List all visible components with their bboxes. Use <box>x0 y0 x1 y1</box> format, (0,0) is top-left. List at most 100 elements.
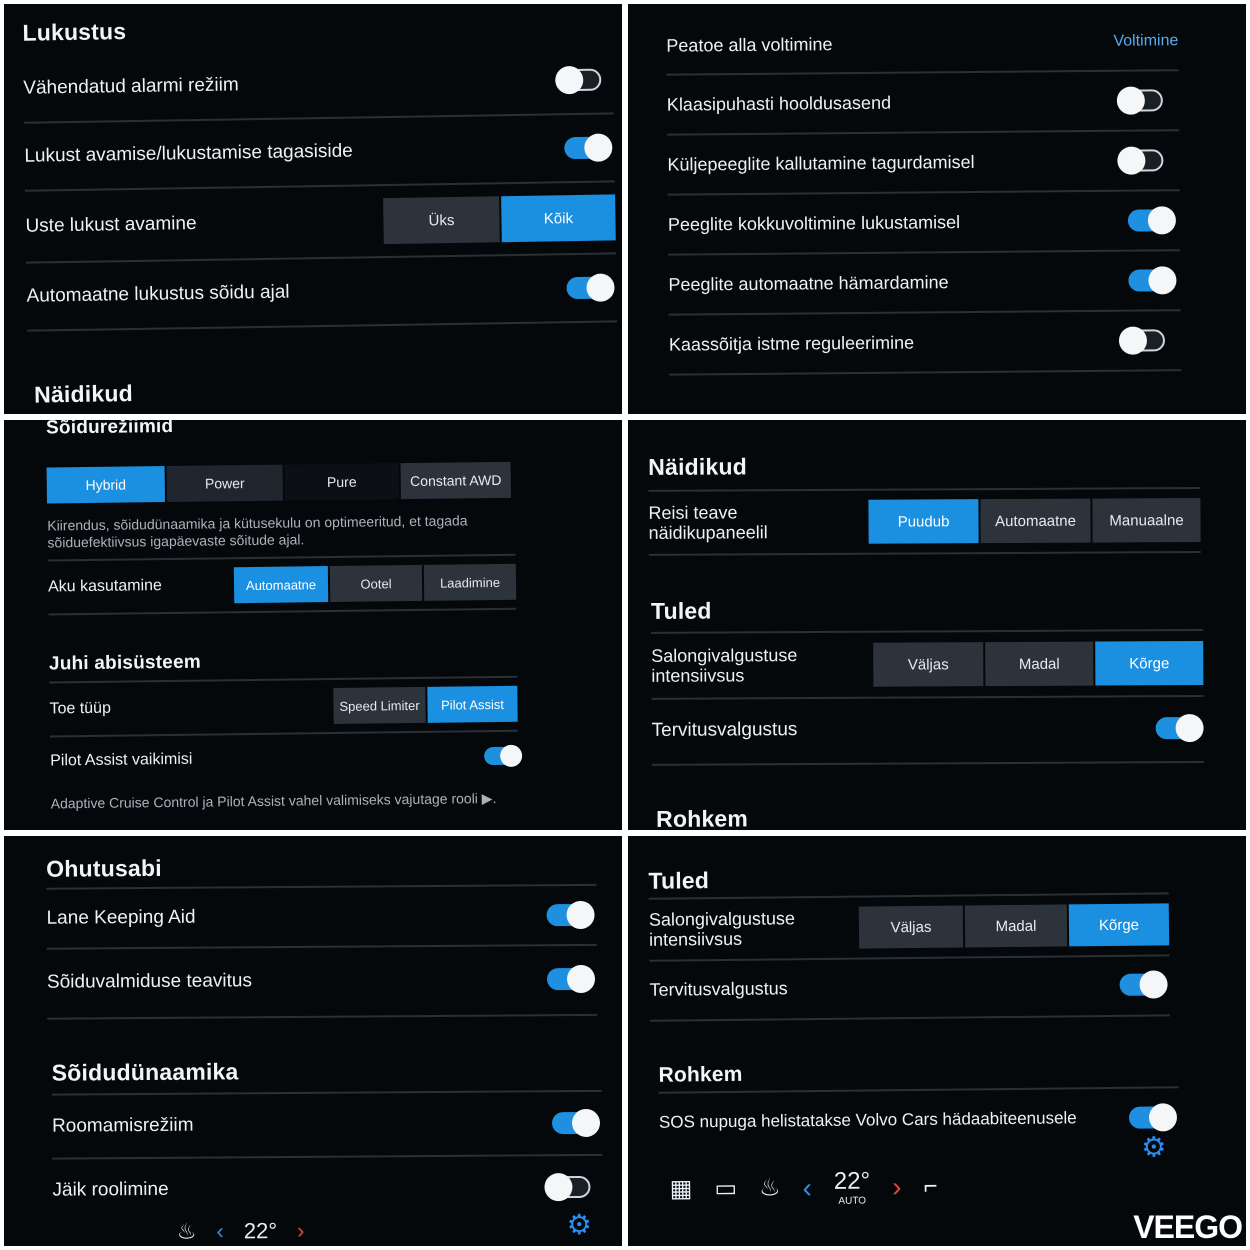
trip-option-manual[interactable]: Manuaalne <box>1092 498 1201 543</box>
section-title-instruments: Näidikud <box>33 380 134 408</box>
row-sos[interactable]: SOS nupuga helistatakse Volvo Cars hädaa… <box>658 1086 1180 1152</box>
row-welcome-light[interactable]: Tervitusvalgustus <box>651 694 1204 766</box>
row-welcome-light[interactable]: Tervitusvalgustus <box>649 954 1170 1022</box>
wiper-service-toggle[interactable] <box>1116 86 1163 115</box>
firm-steering-toggle[interactable] <box>544 1173 591 1202</box>
row-passenger-seat[interactable]: Kaassõitja istme reguleerimine <box>668 311 1182 376</box>
row-driver-alert[interactable]: Sõiduvalmiduse teavitus <box>46 943 598 1020</box>
trip-option-automatic[interactable]: Automaatne <box>980 498 1091 544</box>
row-label: Peeglite kokkuvoltimine lukustamisel <box>667 211 961 235</box>
row-mirror-tilt[interactable]: Küljepeeglite kallutamine tagurdamisel <box>667 131 1180 196</box>
support-option-speed-limiter[interactable]: Speed Limiter <box>333 686 426 724</box>
mode-power[interactable]: Power <box>166 464 284 503</box>
climate-mode-label: AUTO <box>838 1195 867 1207</box>
interior-option-off[interactable]: Väljas <box>873 642 984 687</box>
chevron-right-icon[interactable]: › <box>892 1171 902 1203</box>
camera-icon[interactable]: ▭ <box>714 1174 737 1203</box>
chevron-right-icon[interactable]: › <box>297 1218 305 1244</box>
chevron-left-icon[interactable]: ‹ <box>216 1218 224 1244</box>
interior-segmented: Väljas Madal Kõrge <box>857 903 1170 949</box>
row-label: Salongivalgustuse intensiivsus <box>651 645 798 686</box>
temperature-readout[interactable]: 22° <box>244 1218 277 1244</box>
lock-feedback-toggle[interactable] <box>564 133 613 162</box>
sos-toggle[interactable] <box>1128 1103 1178 1132</box>
row-wiper-service[interactable]: Klaasipuhasti hooldusasend <box>666 71 1180 136</box>
section-title-locking: Lukustus <box>22 18 127 46</box>
row-label: Pilot Assist vaikimisi <box>50 750 193 770</box>
row-lock-feedback[interactable]: Lukust avamise/lukustamise tagasiside <box>23 114 615 192</box>
welcome-light-toggle[interactable] <box>1155 713 1204 743</box>
row-creep-mode[interactable]: Roomamisrežiim <box>51 1089 603 1160</box>
mirror-tilt-toggle[interactable] <box>1117 146 1164 175</box>
row-label: Peatoe alla voltimine <box>666 33 833 56</box>
watermark-logo: VEEGO <box>1133 1209 1243 1245</box>
interior-option-off[interactable]: Väljas <box>858 905 964 949</box>
row-reduced-alarm[interactable]: Vähendatud alarmi režiim <box>22 46 614 124</box>
interior-option-low[interactable]: Madal <box>964 904 1068 948</box>
interior-option-low[interactable]: Madal <box>985 641 1094 687</box>
trip-info-segmented: Puudub Automaatne Manuaalne <box>866 498 1201 544</box>
welcome-light-toggle[interactable] <box>1119 970 1168 999</box>
row-mirror-dimming[interactable]: Peeglite automaatne hämardamine <box>668 251 1181 316</box>
mode-pure[interactable]: Pure <box>284 463 399 501</box>
row-label: Roomamisrežiim <box>51 1114 194 1137</box>
row-auto-lock[interactable]: Automaatne lukustus sõidu ajal <box>26 254 618 332</box>
section-title-driving-dynamics: Sõidudünaamika <box>51 1058 239 1086</box>
row-label: Reisi teave näidikupaneelil <box>648 502 768 543</box>
temperature-readout: 22° <box>833 1167 871 1195</box>
battery-segmented: Automaatne Ootel Laadimine <box>232 563 517 604</box>
row-trip-info: Reisi teave näidikupaneelil Puudub Autom… <box>648 487 1201 556</box>
seat-heat-icon[interactable]: ♨ <box>759 1173 781 1202</box>
mirror-fold-toggle[interactable] <box>1127 206 1177 235</box>
door-unlock-option-all[interactable]: Kõik <box>501 194 616 243</box>
creep-mode-toggle[interactable] <box>551 1108 601 1138</box>
drive-mode-segmented: Hybrid Power Pure Constant AWD <box>46 461 511 504</box>
chevron-left-icon[interactable]: ‹ <box>802 1172 812 1204</box>
row-label: Tervitusvalgustus <box>649 977 788 1000</box>
row-pilot-assist-default[interactable]: Pilot Assist vaikimisi <box>50 730 523 788</box>
row-door-unlock: Uste lukust avamine Üks Kõik <box>24 182 617 264</box>
auto-lock-toggle[interactable] <box>566 273 615 302</box>
lane-keeping-toggle[interactable] <box>546 900 595 930</box>
battery-option-charge[interactable]: Laadimine <box>423 563 517 601</box>
door-unlock-option-one[interactable]: Üks <box>383 196 500 245</box>
mode-constant-awd[interactable]: Constant AWD <box>400 461 511 500</box>
row-label: Toe tüüp <box>49 699 112 718</box>
gear-icon[interactable]: ⚙ <box>1141 1130 1166 1163</box>
reduced-alarm-toggle[interactable] <box>555 65 602 95</box>
row-label: Lukust avamise/lukustamise tagasiside <box>24 140 353 167</box>
row-label: Kaassõitja istme reguleerimine <box>668 332 915 355</box>
interior-segmented: Väljas Madal Kõrge <box>871 640 1204 687</box>
climate-readout[interactable]: 22° AUTO <box>834 1167 871 1206</box>
row-label: Sõiduvalmiduse teavitus <box>46 970 252 993</box>
row-interior-intensity: Salongivalgustuse intensiivsus Väljas Ma… <box>648 892 1170 962</box>
interior-option-high[interactable]: Kõrge <box>1068 903 1170 947</box>
mirror-dimming-toggle[interactable] <box>1128 266 1177 295</box>
row-mirror-fold[interactable]: Peeglite kokkuvoltimine lukustamisel <box>667 191 1181 256</box>
interior-option-high[interactable]: Kõrge <box>1095 640 1204 686</box>
trip-option-none[interactable]: Puudub <box>868 499 979 544</box>
panel-drive-modes: Sõidurežiimid Hybrid Power Pure Constant… <box>4 420 622 830</box>
mode-hybrid[interactable]: Hybrid <box>46 466 166 504</box>
section-title-safety-assist: Ohutusabi <box>46 854 162 882</box>
row-label: Küljepeeglite kallutamine tagurdamisel <box>667 151 975 175</box>
row-firm-steering[interactable]: Jäik roolimine <box>52 1154 602 1224</box>
support-option-pilot-assist[interactable]: Pilot Assist <box>427 685 518 723</box>
battery-option-hold[interactable]: Ootel <box>329 564 423 603</box>
fold-link[interactable]: Voltimine <box>1113 32 1178 51</box>
seat-heat-icon[interactable]: ♨ <box>177 1219 197 1245</box>
apps-grid-icon[interactable]: ▦ <box>670 1174 693 1203</box>
row-label: Uste lukust avamine <box>25 213 197 237</box>
row-headrest-fold[interactable]: Peatoe alla voltimine Voltimine <box>666 13 1179 76</box>
row-interior-intensity: Salongivalgustuse intensiivsus Väljas Ma… <box>651 628 1204 700</box>
driver-alert-toggle[interactable] <box>546 964 596 994</box>
row-support-type: Toe tüüp Speed Limiter Pilot Assist <box>49 675 518 738</box>
row-label: SOS nupuga helistatakse Volvo Cars hädaa… <box>658 1108 1077 1132</box>
seat-icon[interactable]: ⌐ <box>923 1172 937 1200</box>
row-lane-keeping[interactable]: Lane Keeping Aid <box>46 883 597 950</box>
passenger-seat-toggle[interactable] <box>1118 326 1166 355</box>
gear-icon[interactable]: ⚙ <box>567 1208 592 1241</box>
row-label: Aku kasutamine <box>47 577 162 596</box>
pilot-assist-toggle[interactable] <box>484 744 523 767</box>
battery-option-automatic[interactable]: Automaatne <box>233 566 329 604</box>
